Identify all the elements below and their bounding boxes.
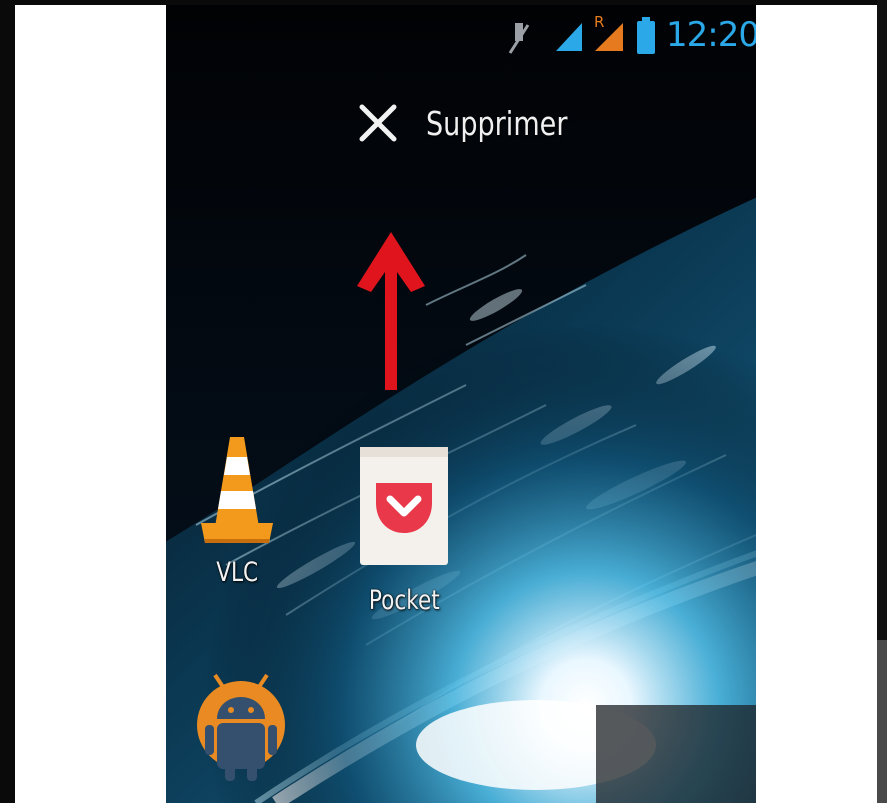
battery-icon (637, 17, 655, 54)
remove-drop-zone[interactable]: Supprimer (356, 93, 599, 153)
app-icon-pocket[interactable]: Pocket (344, 445, 464, 616)
side-panel-left (15, 5, 166, 803)
screenshot-frame: R 12:20 Supprimer VLC Pocket (0, 0, 887, 803)
signal-icon (556, 23, 582, 51)
mute-icon (508, 23, 530, 54)
arrow-up-icon (357, 232, 425, 390)
roaming-letter: R (594, 13, 604, 31)
frame-border-right-lower (877, 640, 887, 803)
status-bar: R 12:20 (166, 5, 756, 75)
remove-label: Supprimer (426, 103, 568, 143)
app-icon-android[interactable] (186, 673, 296, 783)
side-panel-right (756, 5, 877, 803)
roaming-signal-icon: R (594, 13, 623, 51)
phone-screen: R 12:20 Supprimer VLC Pocket (166, 5, 756, 803)
pocket-icon (360, 447, 448, 565)
app-icon-vlc[interactable]: VLC (182, 435, 292, 588)
app-label-vlc: VLC (216, 557, 258, 588)
clock-time: 12:20 (666, 15, 756, 55)
frame-border-left (0, 0, 15, 803)
close-icon (359, 104, 397, 142)
app-label-pocket: Pocket (368, 585, 440, 616)
vlc-cone-icon (201, 437, 273, 543)
android-icon (197, 673, 285, 781)
